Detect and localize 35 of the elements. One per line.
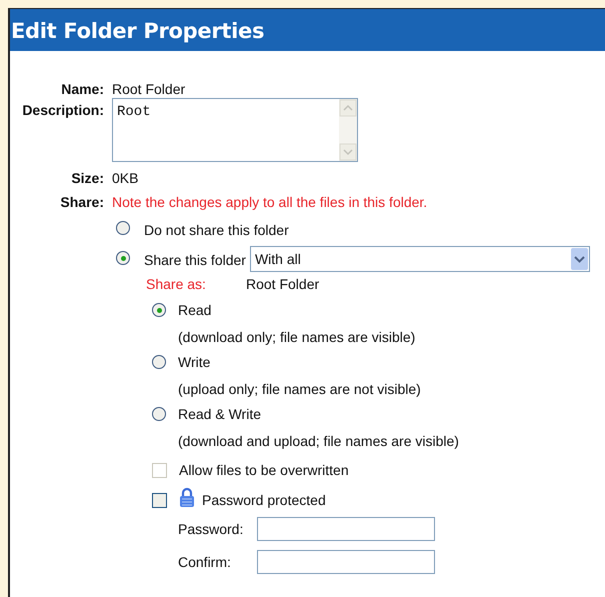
checkbox-label: Password protected bbox=[202, 492, 326, 508]
field-label: Share: bbox=[59, 194, 104, 211]
chevron-down-icon[interactable] bbox=[570, 248, 588, 270]
radio-button[interactable] bbox=[152, 355, 166, 369]
checkbox[interactable] bbox=[152, 492, 167, 508]
field-label: Size: bbox=[70, 170, 104, 186]
share-dropdown[interactable]: With all bbox=[250, 246, 590, 272]
radio-button[interactable] bbox=[116, 221, 130, 235]
permission-hint: (download only; file names are visible) bbox=[178, 328, 416, 346]
password-field[interactable] bbox=[257, 550, 435, 574]
permission-hint: (download and upload; file names are visible) bbox=[178, 432, 460, 450]
radio-label: Do not share this folder bbox=[144, 222, 289, 238]
radio-button[interactable] bbox=[152, 407, 166, 421]
description-field[interactable]: Root bbox=[112, 98, 358, 162]
radio-label: Read bbox=[178, 302, 212, 318]
radio-label: Share this folder bbox=[144, 252, 246, 268]
password-field[interactable] bbox=[257, 517, 435, 541]
scrollbar-icon[interactable] bbox=[339, 99, 357, 161]
permission-hint: (upload only; file names are not visible) bbox=[178, 380, 422, 398]
checkbox-label: Allow files to be overwritten bbox=[179, 462, 349, 478]
radio-label: Read & Write bbox=[178, 406, 261, 422]
field-label: Password: bbox=[178, 521, 244, 537]
field-label: Confirm: bbox=[178, 554, 232, 570]
share-as-value: Root Folder bbox=[246, 275, 320, 294]
field-label: Description: bbox=[21, 102, 104, 118]
lock-icon bbox=[179, 487, 195, 507]
field-value: 0KB bbox=[112, 170, 138, 186]
window-title: Edit Folder Properties bbox=[10, 9, 605, 51]
field-value: Root Folder bbox=[112, 81, 186, 97]
radio-label: Write bbox=[178, 354, 210, 370]
share-as-label: Share as: bbox=[146, 275, 207, 294]
field-label: Name: bbox=[60, 81, 104, 97]
radio-button[interactable] bbox=[152, 303, 166, 317]
warning-note: Note the changes apply to all the files in this folder. bbox=[112, 194, 428, 211]
radio-button[interactable] bbox=[116, 251, 130, 265]
